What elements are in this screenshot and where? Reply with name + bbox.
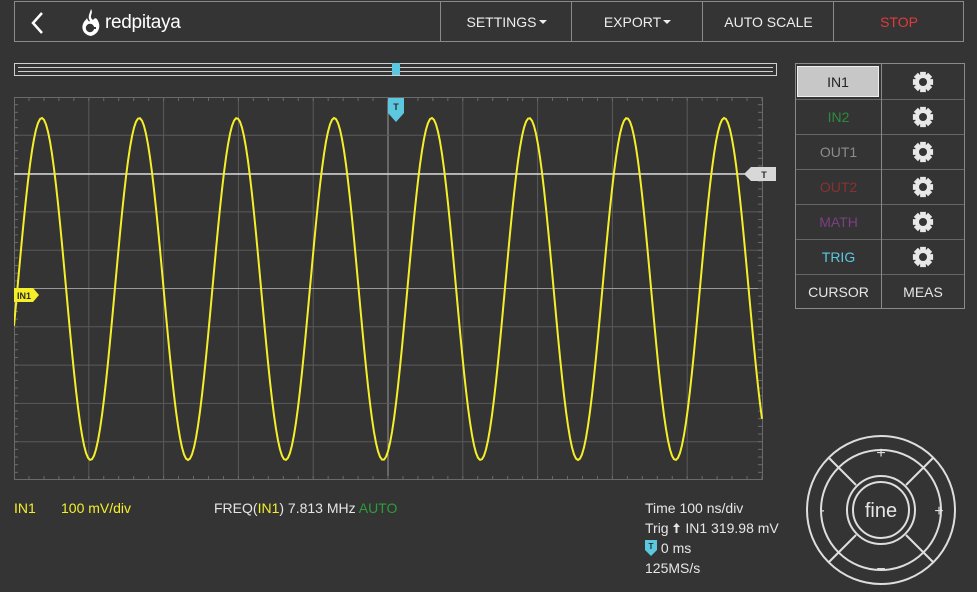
channel-panel: IN1 IN2 OUT1 OUT2 MATH TRIG CURSOR MEAS — [795, 63, 965, 309]
channel-row-in1: IN1 — [796, 64, 964, 100]
svg-text:IN1: IN1 — [17, 291, 31, 301]
logo: redpitaya — [79, 8, 181, 38]
slider-handle[interactable] — [392, 63, 400, 75]
channel-in1-button[interactable]: IN1 — [797, 66, 879, 97]
stop-label: STOP — [880, 13, 918, 30]
channel-row-out2: OUT2 — [796, 169, 964, 205]
rising-edge-arrow-icon — [673, 523, 681, 533]
chevron-down-icon — [663, 19, 672, 24]
settings-menu[interactable]: SETTINGS — [440, 2, 572, 41]
in1-offset-marker[interactable]: IN1 — [14, 288, 39, 302]
time-slider[interactable] — [14, 63, 777, 76]
in1-settings-button[interactable] — [881, 64, 964, 99]
cursor-button[interactable]: CURSOR — [796, 274, 881, 309]
gear-icon — [912, 176, 934, 197]
oscilloscope-plot[interactable]: T T IN1 — [14, 97, 777, 480]
math-settings-button[interactable] — [881, 204, 964, 239]
status-time-per-div[interactable]: Time 100 ns/div — [645, 500, 743, 516]
channel-out2-button[interactable]: OUT2 — [796, 169, 881, 204]
trigger-time-marker[interactable]: T — [388, 98, 404, 122]
auto-scale-label: AUTO SCALE — [724, 13, 813, 30]
logo-text: redpitaya — [105, 12, 181, 33]
chevron-down-icon — [538, 19, 547, 24]
out1-settings-button[interactable] — [881, 134, 964, 169]
flame-logo-icon — [82, 9, 100, 36]
in2-settings-button[interactable] — [881, 99, 964, 134]
gear-icon — [912, 211, 934, 232]
jog-right-label: + — [934, 503, 943, 520]
trig-settings-button[interactable] — [881, 239, 964, 274]
status-trigger-offset: T 0 ms — [645, 540, 691, 556]
tools-row: CURSOR MEAS — [796, 274, 964, 309]
channel-math-button[interactable]: MATH — [796, 204, 881, 239]
jog-wheel[interactable]: + − - + fine — [805, 434, 957, 586]
status-frequency: FREQ(IN1) 7.813 MHz AUTO — [214, 500, 398, 516]
svg-text:T: T — [649, 542, 654, 551]
settings-label: SETTINGS — [466, 13, 537, 30]
gear-icon — [912, 71, 934, 92]
status-mode: AUTO — [358, 500, 398, 516]
status-channel: IN1 — [14, 500, 36, 516]
meas-button[interactable]: MEAS — [881, 274, 964, 309]
channel-row-out1: OUT1 — [796, 134, 964, 170]
status-trigger: Trig IN1 319.98 mV — [645, 520, 779, 536]
channel-row-in2: IN2 — [796, 99, 964, 135]
top-bar: redpitaya SETTINGS EXPORT AUTO SCALE STO… — [14, 1, 964, 42]
jog-fine-button: fine — [865, 500, 897, 522]
trigger-marker-icon: T — [645, 540, 657, 556]
gear-icon — [912, 246, 934, 267]
channel-row-math: MATH — [796, 204, 964, 240]
jog-down-label: − — [876, 561, 885, 578]
stop-button[interactable]: STOP — [833, 2, 964, 41]
channel-out1-button[interactable]: OUT1 — [796, 134, 881, 169]
channel-trig-button[interactable]: TRIG — [796, 239, 881, 274]
out2-settings-button[interactable] — [881, 169, 964, 204]
channel-in2-button[interactable]: IN2 — [796, 99, 881, 134]
status-volts-per-div[interactable]: 100 mV/div — [61, 500, 131, 516]
trigger-level-marker[interactable]: T — [744, 167, 776, 181]
jog-left-label: - — [819, 502, 824, 519]
svg-text:T: T — [761, 170, 767, 180]
jog-up-label: + — [876, 445, 885, 462]
back-arrow-icon[interactable] — [27, 10, 49, 36]
gear-icon — [912, 141, 934, 162]
channel-row-trig: TRIG — [796, 239, 964, 275]
gear-icon — [912, 106, 934, 127]
export-label: EXPORT — [603, 13, 662, 30]
auto-scale-button[interactable]: AUTO SCALE — [702, 2, 834, 41]
svg-text:T: T — [393, 102, 399, 112]
export-menu[interactable]: EXPORT — [571, 2, 703, 41]
status-sample-rate: 125MS/s — [645, 560, 701, 576]
